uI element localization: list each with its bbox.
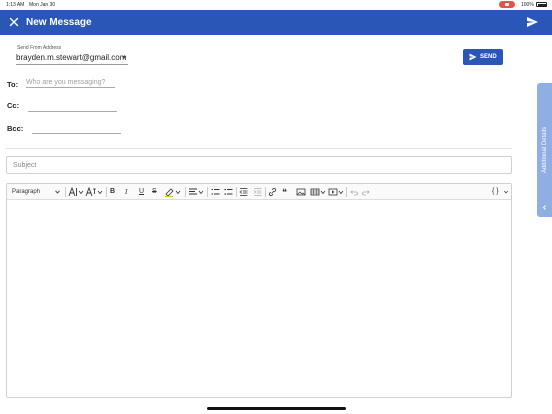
undo-icon[interactable]	[349, 187, 358, 197]
toolbar-separator	[265, 187, 266, 197]
underline-button[interactable]: U	[139, 187, 144, 197]
cc-label: Cc:	[7, 101, 20, 110]
send-button-label: SEND	[480, 54, 497, 60]
send-from-value: brayden.m.stewart@gmail.com	[16, 53, 127, 62]
numbered-list-icon[interactable]	[211, 187, 220, 197]
chevron-left-icon	[542, 205, 546, 210]
font-family-icon[interactable]	[85, 187, 103, 197]
toolbar-separator	[106, 187, 107, 197]
media-embed-icon[interactable]	[328, 187, 344, 197]
image-icon[interactable]	[296, 187, 306, 197]
to-input[interactable]: Who are you messaging?	[26, 79, 115, 88]
toolbar-separator	[207, 187, 208, 197]
status-bar: 1:13 AM Mon Jan 30 100%	[0, 0, 552, 10]
microphone-indicator-icon	[499, 1, 515, 8]
chevron-down-icon	[55, 190, 60, 194]
toolbar-separator	[185, 187, 186, 197]
to-label: To:	[7, 80, 19, 89]
send-icon	[469, 53, 477, 61]
additional-details-label: Additional Details	[541, 126, 548, 174]
italic-button[interactable]: I	[125, 187, 127, 197]
strikethrough-button[interactable]: S	[152, 187, 157, 197]
outdent-icon[interactable]	[239, 187, 248, 197]
subject-placeholder: Subject	[13, 162, 37, 169]
paragraph-style-label: Paragraph	[12, 189, 41, 195]
send-button[interactable]: SEND	[463, 49, 503, 65]
toolbar-separator	[236, 187, 237, 197]
font-size-icon[interactable]	[68, 187, 84, 197]
additional-details-tab[interactable]: Additional Details	[537, 83, 552, 217]
highlight-icon[interactable]	[164, 187, 182, 197]
cc-input[interactable]	[28, 103, 117, 112]
link-icon[interactable]	[268, 187, 277, 197]
close-icon[interactable]	[8, 16, 20, 28]
message-editor: Paragraph B I U S ❝ {}	[6, 183, 512, 398]
page-title: New Message	[26, 17, 92, 28]
editor-toolbar: Paragraph B I U S ❝ {}	[7, 184, 511, 200]
table-icon[interactable]	[310, 187, 326, 197]
chevron-down-icon	[504, 190, 508, 194]
editor-body[interactable]	[7, 200, 511, 397]
to-placeholder: Who are you messaging?	[26, 79, 106, 86]
blockquote-button[interactable]: ❝	[282, 187, 287, 197]
battery-percentage: 100%	[521, 2, 534, 8]
home-indicator[interactable]	[207, 407, 346, 410]
toolbar-separator	[346, 187, 347, 197]
caret-down-icon	[122, 56, 126, 59]
bcc-label: Bcc:	[7, 124, 24, 133]
send-from-label: Send From Address	[17, 45, 62, 51]
source-code-label: { }	[492, 188, 499, 195]
paragraph-style-dropdown[interactable]: Paragraph	[12, 187, 62, 197]
status-date: Mon Jan 30	[29, 2, 56, 8]
source-code-button[interactable]: { }	[492, 187, 508, 197]
send-from-select[interactable]: brayden.m.stewart@gmail.com	[16, 53, 128, 65]
bcc-input[interactable]	[32, 125, 121, 134]
status-time: 1:13 AM	[6, 2, 25, 8]
battery-icon	[536, 2, 547, 7]
align-left-icon[interactable]	[188, 187, 205, 197]
send-icon[interactable]	[526, 16, 539, 28]
divider	[6, 148, 512, 149]
bold-button[interactable]: B	[110, 187, 115, 197]
subject-input[interactable]: Subject	[6, 156, 512, 174]
toolbar-separator	[65, 187, 66, 197]
bullet-list-icon[interactable]	[224, 187, 233, 197]
indent-icon[interactable]	[253, 187, 262, 197]
redo-icon[interactable]	[362, 187, 371, 197]
app-bar: New Message	[0, 10, 552, 35]
